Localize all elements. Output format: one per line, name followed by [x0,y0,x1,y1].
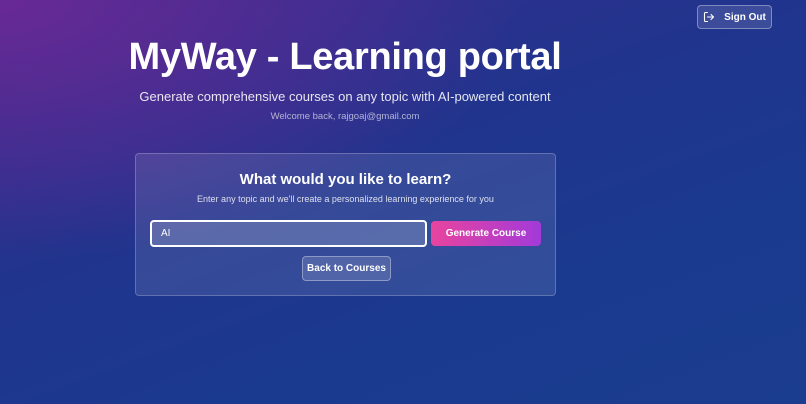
sign-out-button[interactable]: Sign Out [697,5,772,29]
card-subtitle: Enter any topic and we'll create a perso… [197,194,494,204]
generate-course-button[interactable]: Generate Course [431,221,541,246]
page-title: MyWay - Learning portal [128,36,562,78]
back-to-courses-button[interactable]: Back to Courses [302,256,391,281]
sign-out-icon [703,11,715,23]
card-title: What would you like to learn? [239,171,452,188]
sign-out-label: Sign Out [724,11,766,23]
welcome-message: Welcome back, rajgoaj@gmail.com [270,111,420,122]
topic-input[interactable] [150,220,427,247]
page-subtitle: Generate comprehensive courses on any to… [139,89,551,104]
course-generator-card: What would you like to learn? Enter any … [135,153,556,296]
